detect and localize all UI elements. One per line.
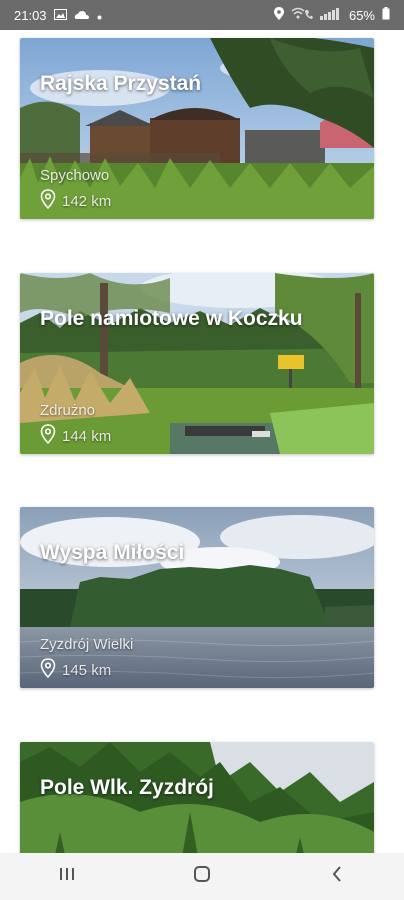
- distance-text: 142 km: [62, 192, 112, 210]
- image-icon: [53, 8, 67, 23]
- place-name: Wyspa Miłości: [40, 541, 185, 564]
- place-distance: 145 km: [40, 658, 111, 682]
- cloud-icon: [74, 8, 90, 23]
- place-location: Zyzdrój Wielki: [40, 636, 134, 653]
- place-name: Rajska Przystań: [40, 72, 202, 95]
- recents-icon: [58, 866, 76, 887]
- location-pin-icon: [40, 424, 56, 448]
- recents-button[interactable]: [47, 857, 87, 897]
- place-card[interactable]: Pole namiotowe w Koczku Zdrużno 144 km: [20, 273, 374, 454]
- place-distance: 144 km: [40, 424, 111, 448]
- home-icon: [193, 865, 211, 888]
- status-time: 21:03: [14, 7, 47, 23]
- place-card[interactable]: Rajska Przystań Spychowo 142 km: [20, 38, 374, 219]
- wifi-call-icon: [291, 7, 313, 23]
- status-bar: 21:03 65%: [0, 0, 404, 30]
- location-pin-icon: [40, 189, 56, 213]
- place-location: Zdrużno: [40, 402, 96, 419]
- signal-icon: [319, 7, 342, 23]
- location-icon: [273, 7, 284, 23]
- place-distance: 142 km: [40, 189, 111, 213]
- back-button[interactable]: [317, 857, 357, 897]
- dot-icon: [97, 8, 102, 23]
- back-icon: [331, 865, 343, 888]
- distance-text: 145 km: [62, 661, 112, 679]
- place-card[interactable]: Pole Wlk. Zyzdrój: [20, 742, 374, 853]
- distance-text: 144 km: [62, 427, 112, 445]
- place-location: Spychowo: [40, 167, 110, 184]
- battery-icon: [382, 7, 390, 23]
- place-name: Pole namiotowe w Koczku: [40, 307, 303, 330]
- place-card[interactable]: Wyspa Miłości Zyzdrój Wielki 145 km: [20, 507, 374, 688]
- home-button[interactable]: [182, 857, 222, 897]
- location-pin-icon: [40, 658, 56, 682]
- system-nav-bar: [0, 853, 404, 900]
- place-name: Pole Wlk. Zyzdrój: [40, 776, 214, 799]
- battery-percent: 65%: [348, 7, 375, 23]
- places-list[interactable]: Rajska Przystań Spychowo 142 km Pole nam…: [0, 30, 404, 853]
